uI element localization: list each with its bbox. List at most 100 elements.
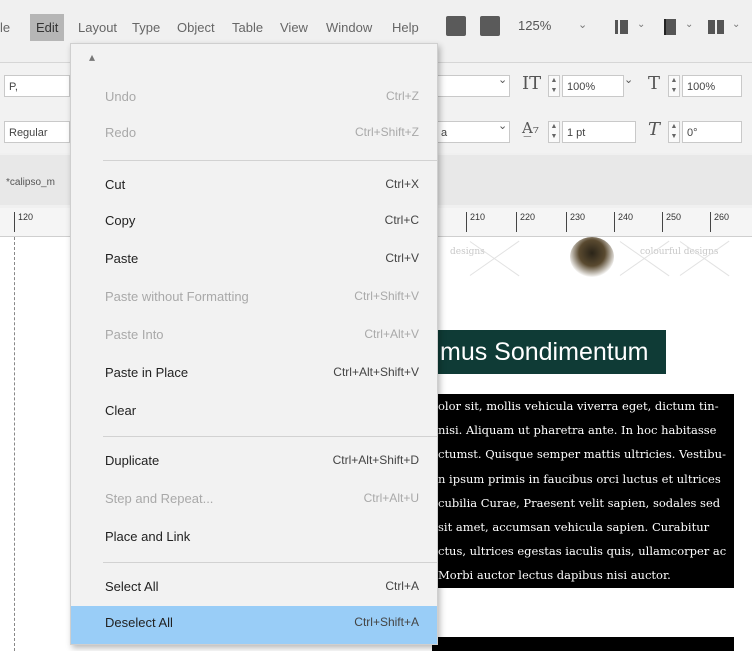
page-image[interactable]	[570, 237, 614, 277]
menu-item-label: Undo	[105, 89, 137, 104]
chevron-down-icon[interactable]: ⌄	[732, 19, 740, 30]
menu-help[interactable]: Help	[392, 20, 419, 35]
menu-item-shortcut: Ctrl+Alt+V	[364, 327, 419, 341]
margin-guide	[14, 237, 15, 651]
menu-window[interactable]: Window	[326, 20, 372, 35]
menu-item-shortcut: Ctrl+Shift+Z	[354, 125, 419, 139]
menu-object[interactable]: Object	[177, 20, 215, 35]
vertical-scale-field[interactable]: 100%	[562, 75, 624, 97]
body-line: olor sit, mollis vehicula viverra eget, …	[438, 399, 719, 413]
spinner[interactable]: ▲ ▼	[548, 121, 560, 143]
ruler-tick: 230	[566, 212, 585, 232]
arrange-documents-icon[interactable]	[706, 16, 728, 38]
ruler-tick: 210	[466, 212, 485, 232]
menu-item-label: Paste Into	[105, 327, 164, 342]
body-line: nisi. Aliquam ut pharetra ante. In hoc h…	[438, 423, 717, 438]
chevron-down-icon[interactable]: ⌄	[578, 18, 587, 31]
menu-item-label: Clear	[105, 403, 137, 418]
baseline-shift-icon: A̲₇	[522, 119, 539, 137]
zoom-level[interactable]: 125%	[518, 18, 551, 33]
menu-item-label: Paste	[105, 251, 139, 266]
menu-item-shortcut: Ctrl+Alt+Shift+V	[333, 365, 419, 379]
vertical-scale-icon: IT	[522, 73, 542, 94]
menu-item-cut[interactable]: Cut Ctrl+X	[71, 168, 437, 202]
skew-field[interactable]: 0°	[682, 121, 742, 143]
bridge-icon[interactable]	[446, 16, 466, 36]
body-line: Morbi auctor lectus dapibus nisi auctor.	[438, 568, 671, 583]
menu-item-label: Deselect All	[105, 615, 173, 630]
menu-layout[interactable]: Layout	[78, 20, 117, 35]
menu-item-clear[interactable]: Clear	[71, 394, 437, 428]
screen-mode-icon[interactable]	[660, 16, 682, 38]
menu-item-label: Copy	[105, 213, 136, 228]
font-search-field[interactable]: Ρ,	[4, 75, 70, 97]
menu-type[interactable]: Type	[132, 20, 160, 35]
menu-item-shortcut: Ctrl+X	[385, 177, 419, 191]
menu-item-redo[interactable]: Redo Ctrl+Shift+Z	[71, 116, 437, 150]
menu-edit[interactable]: Edit	[30, 14, 65, 41]
edit-menu: ▴ Undo Ctrl+Z Redo Ctrl+Shift+Z Cut Ctrl…	[70, 43, 438, 645]
chevron-down-icon[interactable]: ⌄	[685, 19, 693, 30]
body-line: ctus, ultrices egestas iaculis quis, ull…	[438, 544, 727, 559]
body-text-frame-2[interactable]	[432, 637, 734, 651]
menu-item-paste-into[interactable]: Paste Into Ctrl+Alt+V	[71, 318, 437, 352]
menu-item-label: Duplicate	[105, 453, 160, 468]
heading-text-frame[interactable]: mus Sondimentum	[432, 330, 666, 374]
stock-icon[interactable]	[480, 16, 500, 36]
menu-item-label: Paste in Place	[105, 365, 189, 380]
menu-item-shortcut: Ctrl+A	[385, 579, 419, 593]
menu-item-shortcut: Ctrl+V	[385, 251, 419, 265]
body-line: ctumst. Quisque semper mattis ultricies.…	[438, 447, 726, 462]
ruler-tick: 120	[14, 212, 33, 232]
spinner[interactable]: ▲ ▼	[668, 121, 680, 143]
menu-separator	[103, 436, 437, 437]
menu-item-label: Step and Repeat...	[105, 491, 214, 506]
menu-item-paste-without-formatting[interactable]: Paste without Formatting Ctrl+Shift+V	[71, 280, 437, 314]
ruler-tick: 260	[710, 212, 729, 232]
menu-item-paste[interactable]: Paste Ctrl+V	[71, 242, 437, 276]
menu-item-label: Paste without Formatting	[105, 289, 249, 304]
body-line: sit amet, accumsan vehicula sapien. Cura…	[438, 520, 710, 535]
menu-item-select-all[interactable]: Select All Ctrl+A	[71, 570, 437, 604]
menu-item-deselect-all[interactable]: Deselect All Ctrl+Shift+A	[71, 606, 437, 644]
font-style-field[interactable]: Regular	[4, 121, 70, 143]
menu-item-label: Select All	[105, 579, 159, 594]
menu-separator	[103, 562, 437, 563]
chevron-down-icon[interactable]: ⌄	[498, 73, 507, 86]
menu-item-paste-in-place[interactable]: Paste in Place Ctrl+Alt+Shift+V	[71, 356, 437, 390]
menu-item-shortcut: Ctrl+Shift+A	[354, 615, 419, 629]
menu-item-step-and-repeat[interactable]: Step and Repeat... Ctrl+Alt+U	[71, 482, 437, 516]
body-line: n ipsum primis in faucibus orci luctus e…	[438, 471, 721, 486]
menu-item-label: Redo	[105, 125, 137, 140]
spinner[interactable]: ▲ ▼	[668, 75, 680, 97]
ruler-tick: 250	[662, 212, 681, 232]
menu-item-place-and-link[interactable]: Place and Link	[71, 520, 437, 554]
document-tab[interactable]: *calipso_m	[6, 177, 55, 188]
menu-item-shortcut: Ctrl+Shift+V	[354, 289, 419, 303]
menu-item-shortcut: Ctrl+C	[384, 213, 419, 227]
chevron-down-icon[interactable]: ⌄	[637, 19, 645, 30]
menu-item-duplicate[interactable]: Duplicate Ctrl+Alt+Shift+D	[71, 444, 437, 478]
chevron-down-icon[interactable]: ⌄	[624, 73, 633, 86]
menu-table[interactable]: Table	[232, 20, 263, 35]
chevron-down-icon[interactable]: ⌄	[498, 119, 507, 132]
view-options-icon[interactable]	[612, 16, 634, 38]
menu-item-label: Place and Link	[105, 529, 191, 544]
menu-file-partial[interactable]: le	[0, 20, 10, 35]
body-line: cubilia Curae, Praesent velit sapien, so…	[438, 495, 721, 510]
menu-scroll-up-icon[interactable]: ▴	[89, 50, 95, 64]
menu-view[interactable]: View	[280, 20, 308, 35]
ruler-tick: 220	[516, 212, 535, 232]
ruler-tick: 240	[614, 212, 633, 232]
horizontal-scale-field[interactable]: 100%	[682, 75, 742, 97]
menu-item-undo[interactable]: Undo Ctrl+Z	[71, 80, 437, 114]
menu-item-shortcut: Ctrl+Alt+Shift+D	[332, 453, 419, 467]
menu-item-copy[interactable]: Copy Ctrl+C	[71, 204, 437, 238]
skew-icon: T	[648, 119, 661, 140]
menu-item-shortcut: Ctrl+Alt+U	[363, 491, 419, 505]
spinner[interactable]: ▲ ▼	[548, 75, 560, 97]
baseline-shift-field[interactable]: 1 pt	[562, 121, 636, 143]
menu-item-shortcut: Ctrl+Z	[386, 89, 419, 103]
body-text-frame[interactable]: olor sit, mollis vehicula viverra eget, …	[432, 394, 734, 588]
horizontal-scale-icon: T	[648, 73, 661, 94]
